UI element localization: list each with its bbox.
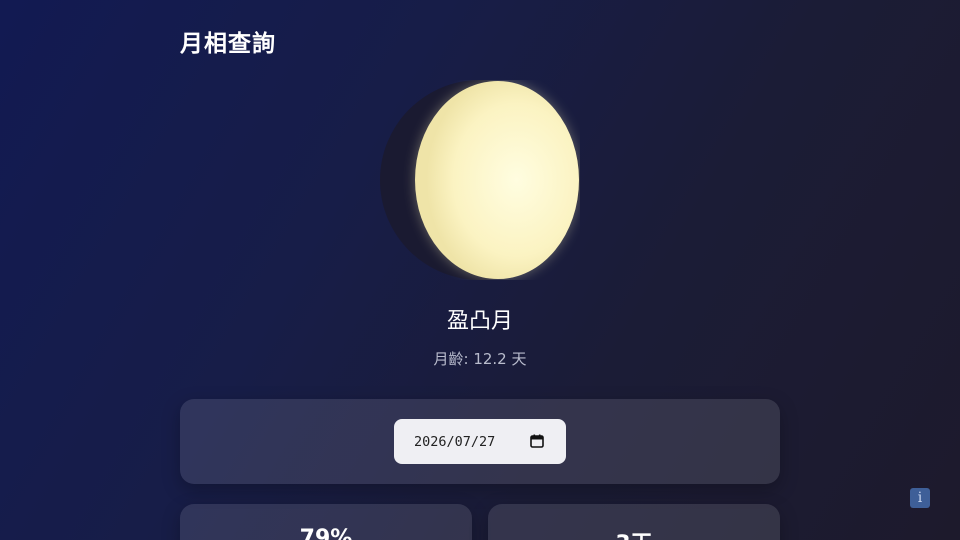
illumination-card: 79% xyxy=(180,504,472,540)
calendar-icon[interactable] xyxy=(530,434,544,448)
illumination-value: 79% xyxy=(299,526,353,540)
info-button[interactable]: i xyxy=(910,488,930,508)
next-phase-card: 3天 xyxy=(488,504,780,540)
page-title: 月相查詢 xyxy=(180,31,276,57)
moon-age: 月齡: 12.2 天 xyxy=(433,350,527,368)
days-to-next-value: 3天 xyxy=(488,526,780,540)
info-icon: i xyxy=(917,490,923,506)
moon-icon xyxy=(380,80,580,280)
date-input[interactable]: 2026/07/27 xyxy=(394,419,566,464)
moon-phase-image xyxy=(380,80,580,280)
date-value: 2026/07/27 xyxy=(414,433,496,450)
date-picker-card: 2026/07/27 xyxy=(180,399,780,484)
moon-phase-name: 盈凸月 xyxy=(446,309,513,334)
